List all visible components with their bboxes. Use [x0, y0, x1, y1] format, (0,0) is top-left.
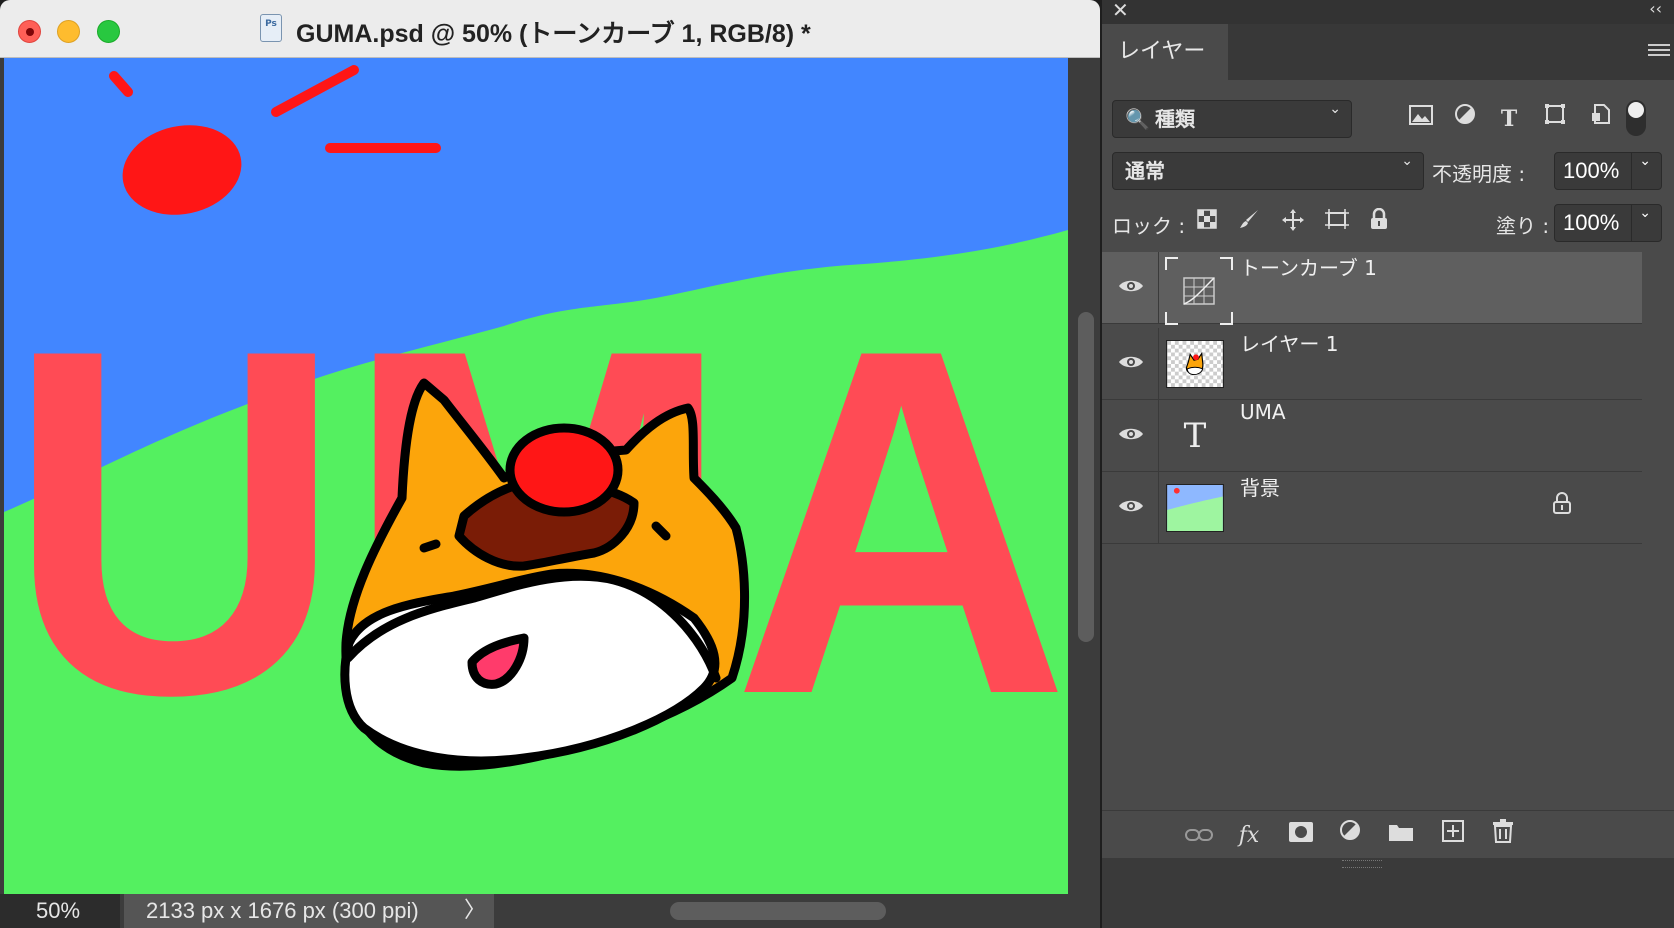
adjustment-icon[interactable] — [1334, 819, 1368, 853]
smart-object-filter-icon[interactable] — [1584, 102, 1618, 136]
filter-kind-label: 種類 — [1155, 107, 1195, 131]
tab-layers[interactable]: レイヤー — [1102, 24, 1228, 80]
layer-name[interactable]: レイヤー 1 — [1240, 328, 1338, 400]
panel-floor — [1102, 858, 1674, 928]
artwork: UMA — [4, 58, 1068, 894]
eye-icon[interactable] — [1116, 274, 1146, 302]
type-filter-icon[interactable]: T — [1492, 102, 1526, 136]
opacity-value: 100% — [1563, 158, 1620, 183]
panel-collapse-icon[interactable]: ‹‹ — [1649, 0, 1662, 18]
new-layer-icon[interactable] — [1436, 819, 1470, 853]
status-menu-chevron-icon[interactable]: 〉 — [464, 894, 486, 928]
curves-adjustment-icon — [1165, 257, 1233, 325]
trash-icon[interactable] — [1486, 819, 1520, 853]
maximize-window-button[interactable] — [97, 20, 120, 43]
opacity-label: 不透明度 : — [1432, 162, 1526, 186]
layer-name[interactable]: 背景 — [1240, 472, 1280, 544]
chevron-down-icon: ⌄ — [1329, 101, 1341, 117]
layer-lock-icon[interactable] — [1552, 492, 1572, 520]
layer-row-uma-text[interactable]: T UMA — [1102, 400, 1642, 472]
zoom-level[interactable]: 50% — [0, 894, 120, 928]
shape-filter-icon[interactable] — [1538, 102, 1572, 136]
layer-row-layer1[interactable]: レイヤー 1 — [1102, 328, 1642, 400]
adjustment-filter-icon[interactable] — [1448, 102, 1482, 136]
search-icon: 🔍 — [1125, 107, 1150, 131]
layers-panel: ✕ ‹‹ レイヤー 🔍 種類 ⌄ T 通常 ⌄ 不透明度 : 100% ⌄ ロッ… — [1102, 0, 1674, 928]
image-filter-icon[interactable] — [1404, 102, 1438, 136]
status-bar: 50% 2133 px x 1676 px (300 ppi) 〉 — [0, 894, 1100, 928]
canvas-area[interactable]: UMA — [0, 58, 1100, 894]
chevron-down-icon: ⌄ — [1401, 153, 1413, 169]
blend-mode-value: 通常 — [1125, 159, 1165, 183]
lock-pixels-icon[interactable] — [1234, 208, 1264, 238]
eye-icon[interactable] — [1116, 494, 1146, 522]
opacity-field[interactable]: 100% ⌄ — [1554, 152, 1662, 190]
layers-bottom-toolbar: fx — [1102, 810, 1674, 858]
horizontal-scroll-thumb[interactable] — [670, 902, 886, 920]
blend-mode-dropdown[interactable]: 通常 ⌄ — [1112, 152, 1424, 190]
lock-position-icon[interactable] — [1278, 208, 1308, 238]
layer-thumbnail — [1166, 336, 1224, 392]
layer-name[interactable]: トーンカーブ 1 — [1240, 252, 1377, 324]
fill-value: 100% — [1563, 210, 1620, 235]
lock-label: ロック : — [1112, 214, 1186, 238]
fx-icon[interactable]: fx — [1232, 819, 1266, 853]
panel-close-icon[interactable]: ✕ — [1112, 0, 1129, 22]
chevron-down-icon[interactable]: ⌄ — [1639, 205, 1651, 221]
minimize-window-button[interactable] — [57, 20, 80, 43]
layer-filter-dropdown[interactable]: 🔍 種類 ⌄ — [1112, 100, 1352, 138]
chevron-down-icon[interactable]: ⌄ — [1639, 153, 1651, 169]
close-window-button[interactable] — [18, 20, 41, 43]
link-icon[interactable] — [1182, 819, 1216, 853]
fill-field[interactable]: 100% ⌄ — [1554, 204, 1662, 242]
document-title: GUMA.psd @ 50% (トーンカーブ 1, RGB/8) * — [296, 20, 811, 48]
title-bar[interactable]: Ps GUMA.psd @ 50% (トーンカーブ 1, RGB/8) * — [0, 0, 1100, 58]
vertical-scroll-thumb[interactable] — [1078, 312, 1094, 642]
layer-row-curves[interactable]: トーンカーブ 1 — [1102, 252, 1642, 325]
folder-icon[interactable] — [1384, 819, 1418, 853]
layer-row-background[interactable]: 背景 — [1102, 472, 1642, 544]
lock-all-icon[interactable] — [1364, 207, 1394, 238]
eye-icon[interactable] — [1116, 350, 1146, 378]
lock-artboard-icon[interactable] — [1322, 208, 1352, 238]
canvas[interactable]: UMA — [4, 58, 1068, 894]
panel-menu-icon[interactable] — [1648, 44, 1670, 58]
panel-tab-strip: レイヤー — [1102, 24, 1674, 80]
document-info[interactable]: 2133 px x 1676 px (300 ppi) — [124, 894, 494, 928]
filter-toggle[interactable] — [1626, 100, 1646, 136]
psd-file-icon: Ps — [260, 14, 282, 42]
layer-name[interactable]: UMA — [1240, 400, 1286, 472]
mask-icon[interactable] — [1284, 819, 1318, 853]
lock-transparency-icon[interactable] — [1192, 208, 1222, 238]
resize-grip[interactable] — [1342, 860, 1382, 868]
document-window: Ps GUMA.psd @ 50% (トーンカーブ 1, RGB/8) * UM… — [0, 0, 1100, 928]
text-layer-icon: T — [1183, 416, 1207, 456]
cat-character — [340, 378, 750, 771]
eye-icon[interactable] — [1116, 422, 1146, 450]
fill-label: 塗り : — [1496, 214, 1550, 238]
background-thumbnail — [1166, 480, 1224, 536]
panel-header: ✕ ‹‹ — [1102, 0, 1674, 24]
